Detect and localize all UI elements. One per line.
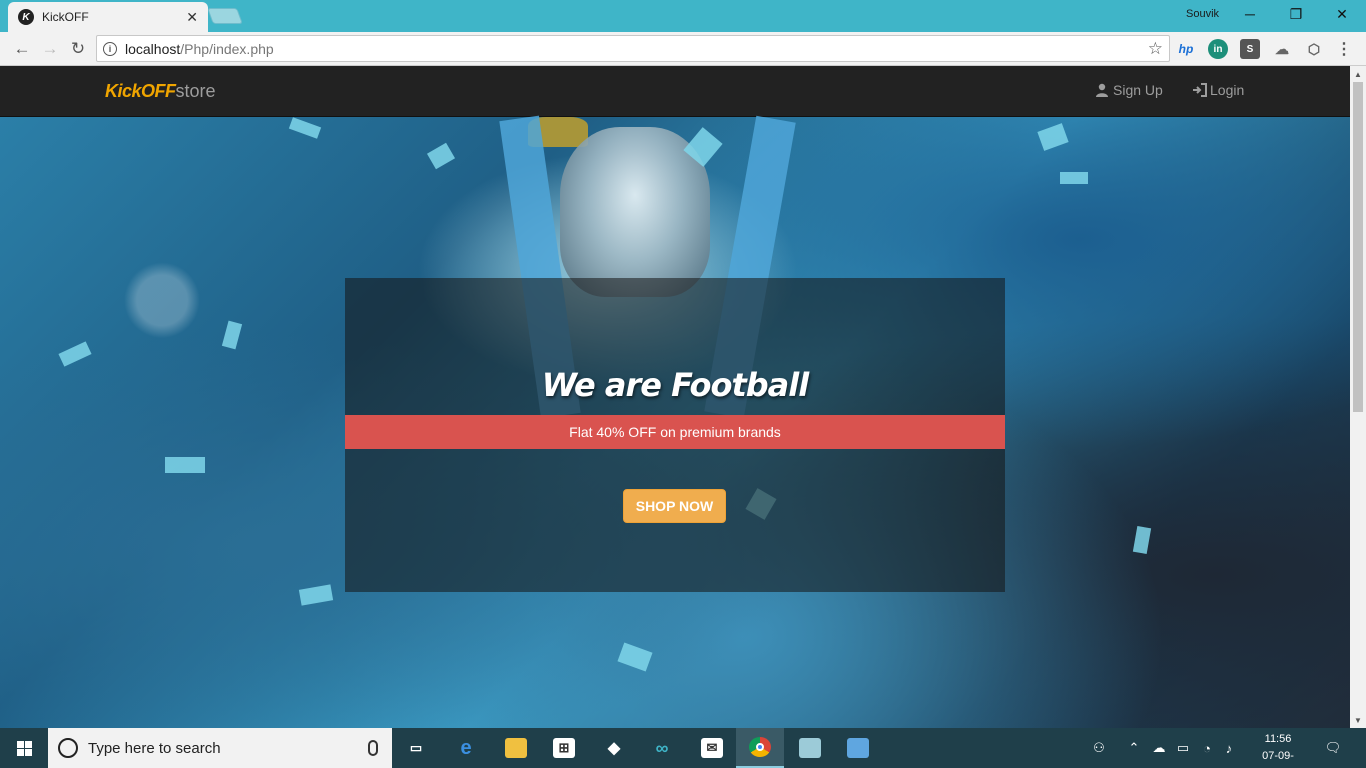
tab-title: KickOFF (42, 10, 89, 24)
chrome-center-icon (756, 743, 764, 751)
bookmark-star-icon[interactable]: ☆ (1148, 39, 1163, 59)
start-button[interactable] (0, 728, 48, 768)
cube-app-icon (847, 738, 869, 758)
minimize-button[interactable]: ─ (1232, 3, 1268, 25)
web-page: KickOFFstore Sign Up Login We are Footba… (0, 66, 1350, 728)
login-link[interactable]: Login (1191, 82, 1244, 98)
kickoff-favicon-icon: K (18, 9, 34, 25)
wifi-icon[interactable]: ◔ (1198, 728, 1216, 768)
people-icon[interactable]: ⚇ (1088, 728, 1110, 768)
action-center-icon[interactable]: 🗨 (1320, 728, 1346, 768)
close-window-button[interactable]: ✕ (1324, 3, 1360, 25)
confetti (1060, 172, 1088, 184)
infinity-icon: ∞ (655, 737, 669, 758)
browser-toolbar: ← → ↻ i localhost/Php/index.php ☆ hp in … (0, 32, 1366, 66)
s-ext-icon[interactable]: S (1240, 39, 1260, 59)
back-button[interactable]: ← (10, 37, 34, 61)
scroll-down-icon[interactable]: ▼ (1350, 712, 1366, 728)
taskbar-app-notes[interactable] (786, 728, 834, 768)
hero-overlay-panel: We are Football Flat 40% OFF on premium … (345, 278, 1005, 592)
signup-link[interactable]: Sign Up (1094, 82, 1163, 98)
profile-name[interactable]: Souvik (1186, 8, 1219, 20)
taskbar-edge[interactable]: e (442, 728, 490, 768)
restore-button[interactable]: ❐ (1278, 3, 1314, 25)
taskbar-store[interactable]: ⊞ (540, 728, 588, 768)
user-icon (1094, 83, 1110, 97)
battery-icon[interactable]: ▭ (1174, 728, 1192, 768)
taskbar-arduino[interactable]: ∞ (638, 728, 686, 768)
site-info-icon[interactable]: i (103, 41, 117, 56)
microphone-icon[interactable] (368, 740, 378, 756)
browser-titlebar: K KickOFF ✕ Souvik ─ ❐ ✕ (0, 0, 1366, 32)
show-hidden-icons-icon[interactable]: ⌃ (1126, 728, 1142, 768)
task-view-button[interactable]: ▭ (392, 728, 440, 768)
hero-headline: We are Football (541, 366, 809, 404)
mail-icon: ✉ (701, 738, 723, 758)
confetti (617, 642, 653, 672)
close-tab-icon[interactable]: ✕ (186, 9, 198, 26)
volume-icon[interactable]: ♪ (1220, 728, 1238, 768)
reload-button[interactable]: ↻ (66, 37, 90, 61)
chrome-icon (749, 737, 771, 757)
notes-app-icon (799, 738, 821, 758)
confetti (288, 117, 322, 139)
url-text: localhost/Php/index.php (125, 40, 274, 57)
taskbar-search-box[interactable]: Type here to search (48, 728, 392, 768)
taskbar-chrome[interactable] (736, 728, 784, 768)
chrome-menu-icon[interactable]: ⋮ (1334, 39, 1354, 59)
shop-now-button[interactable]: SHOP NOW (623, 489, 726, 523)
store-icon: ⊞ (553, 738, 575, 758)
brand-logo[interactable]: KickOFFstore (105, 81, 216, 102)
confetti (221, 320, 243, 350)
system-clock[interactable]: 11:56 07-09-2018 (1250, 731, 1306, 768)
confetti (426, 142, 456, 170)
cloud-ext-icon[interactable]: ☁ (1272, 39, 1292, 59)
site-navbar: KickOFFstore Sign Up Login (0, 66, 1350, 117)
cube-ext-icon[interactable]: ⬡ (1304, 39, 1324, 59)
taskbar-file-explorer[interactable] (492, 728, 540, 768)
login-icon (1191, 83, 1207, 97)
new-tab-button[interactable] (207, 8, 243, 24)
task-view-icon: ▭ (409, 740, 423, 755)
hp-icon[interactable]: hp (1176, 39, 1196, 59)
confetti (1037, 123, 1069, 151)
confetti (1132, 525, 1152, 555)
address-bar[interactable]: i localhost/Php/index.php ☆ (96, 35, 1170, 62)
hero-banner: We are Football Flat 40% OFF on premium … (0, 115, 1350, 728)
page-scrollbar[interactable]: ▲ ▼ (1350, 66, 1366, 728)
dropbox-icon: ◆ (607, 740, 621, 757)
linkedin-ext-icon[interactable]: in (1208, 39, 1228, 59)
taskbar-dropbox[interactable]: ◆ (590, 728, 638, 768)
search-placeholder: Type here to search (88, 739, 221, 757)
taskbar-mail[interactable]: ✉ (688, 728, 736, 768)
scroll-thumb[interactable] (1353, 82, 1363, 412)
browser-tab[interactable]: K KickOFF ✕ (8, 2, 208, 32)
scroll-up-icon[interactable]: ▲ (1350, 66, 1366, 82)
forward-button[interactable]: → (38, 37, 62, 61)
folder-icon (505, 738, 527, 758)
windows-logo-icon (16, 740, 32, 756)
confetti (298, 584, 334, 606)
windows-taskbar: Type here to search ▭ e ⊞ ◆ ∞ ✉ ⚇ ⌃ ☁ ▭ … (0, 728, 1366, 768)
edge-icon: e (460, 736, 472, 759)
promo-banner: Flat 40% OFF on premium brands (345, 415, 1005, 449)
onedrive-icon[interactable]: ☁ (1150, 728, 1168, 768)
confetti (165, 457, 205, 473)
cortana-icon (58, 738, 78, 758)
taskbar-app-cube[interactable] (834, 728, 882, 768)
confetti (58, 341, 92, 367)
